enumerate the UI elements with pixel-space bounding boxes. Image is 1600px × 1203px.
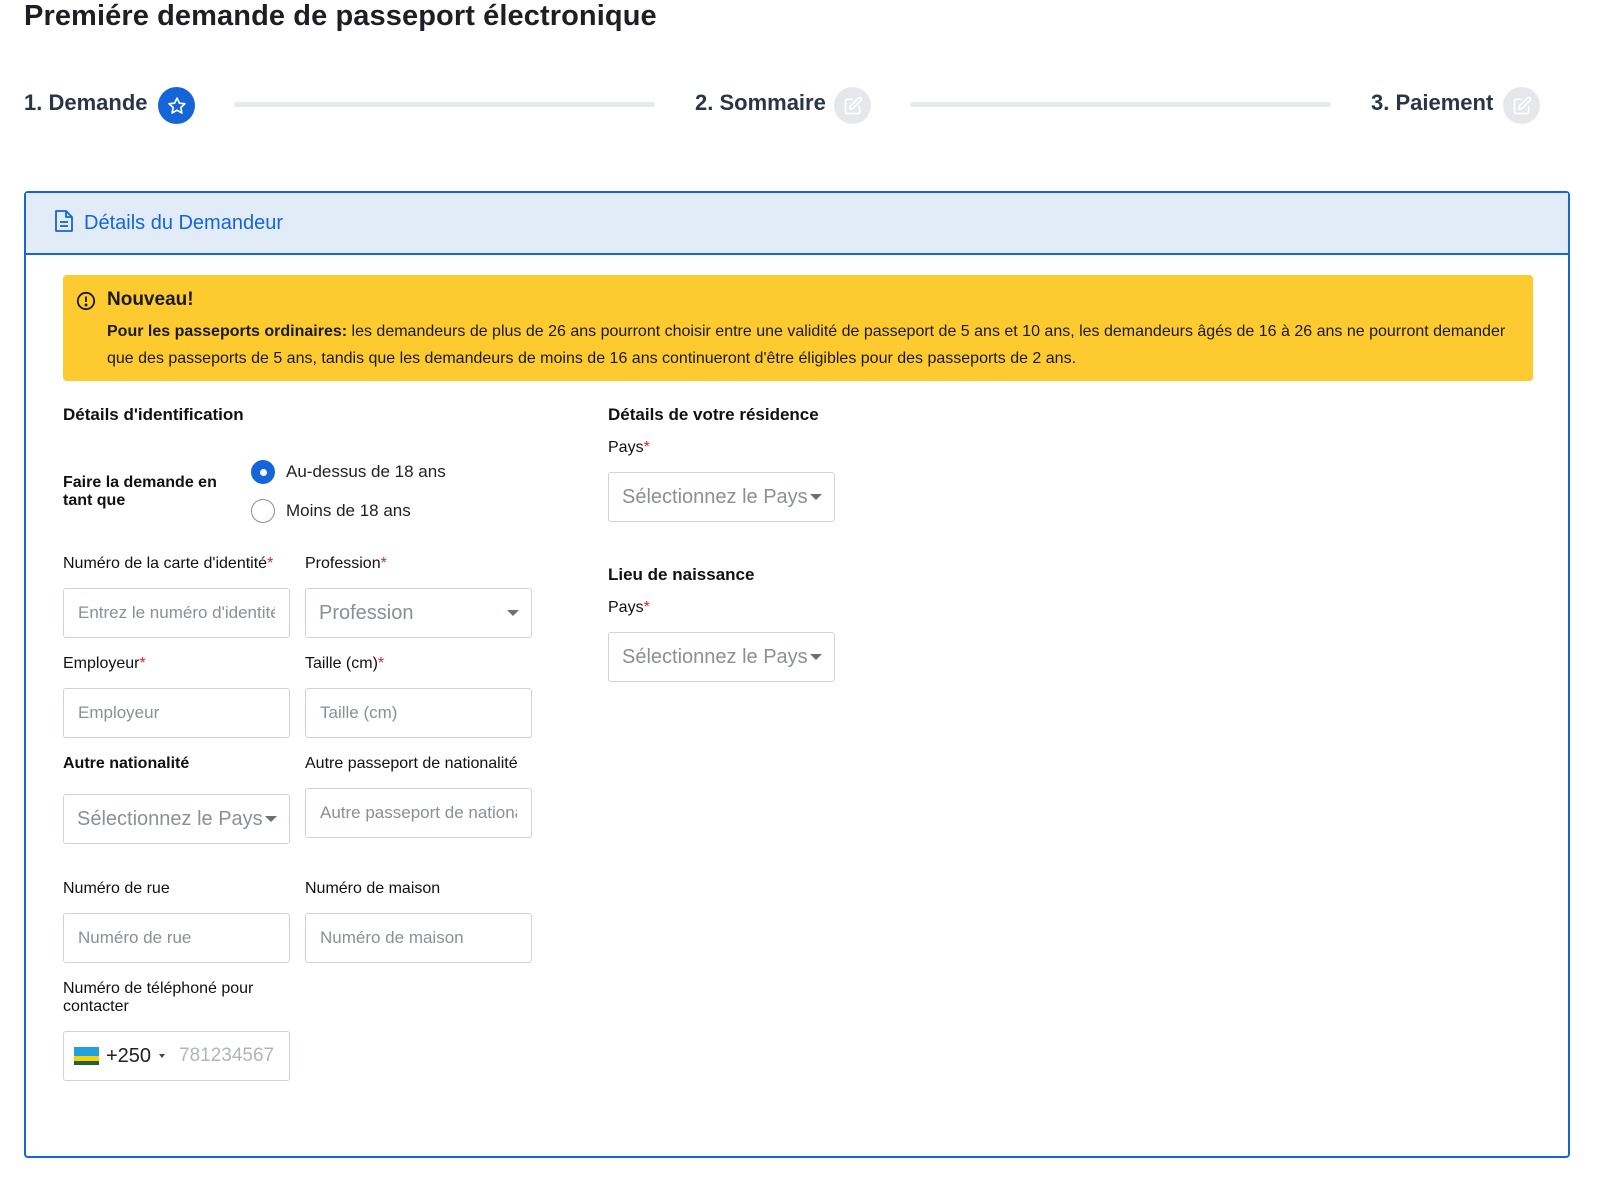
alert-body: Pour les passeports ordinaires: les dema… (107, 318, 1513, 372)
radio-checked-icon[interactable] (251, 460, 275, 484)
step-3-label[interactable]: 3. Paiement (1371, 90, 1493, 116)
rwanda-flag-icon[interactable] (74, 1047, 99, 1065)
street-number-label: Numéro de rue (63, 880, 170, 897)
id-number-label: Numéro de la carte d'identité* (63, 555, 274, 572)
radio-above-18-label: Au-dessus de 18 ans (286, 462, 446, 481)
edit-icon (1503, 87, 1540, 124)
radio-unchecked-icon[interactable] (251, 499, 275, 523)
info-alert: Nouveau! Pour les passeports ordinaires:… (63, 275, 1533, 381)
height-input[interactable] (305, 688, 532, 738)
birthplace-title: Lieu de naissance (608, 565, 755, 584)
other-nationality-select[interactable]: Sélectionnez le Pays (63, 794, 290, 844)
residence-country-label: Pays* (608, 439, 650, 456)
birthplace-country-label: Pays* (608, 599, 650, 616)
other-nationality-select-value: Sélectionnez le Pays (77, 807, 263, 830)
page-title: Premiére demande de passeport électroniq… (24, 0, 657, 32)
employer-label: Employeur* (63, 655, 146, 672)
street-number-input[interactable] (63, 913, 290, 963)
profession-label: Profession* (305, 555, 387, 572)
edit-icon (834, 87, 871, 124)
radio-below-18-label: Moins de 18 ans (286, 501, 411, 520)
chevron-down-icon (507, 610, 519, 616)
height-label: Taille (cm)* (305, 655, 385, 672)
id-number-input[interactable] (63, 588, 290, 638)
dial-code[interactable]: +250 (106, 1045, 151, 1068)
applicant-details-panel: Détails du Demandeur Nouveau! Pour les p… (24, 191, 1570, 1158)
apply-as-label: Faire la demande en tant que (63, 474, 217, 509)
birthplace-country-select-value: Sélectionnez le Pays (622, 645, 808, 668)
step-connector (234, 102, 655, 107)
phone-label: Numéro de téléphoné pour contacter (63, 980, 254, 1015)
chevron-down-icon[interactable] (159, 1054, 165, 1058)
alert-bold-lead: Pour les passeports ordinaires: (107, 323, 348, 340)
other-nationality-label: Autre nationalité (63, 755, 190, 772)
chevron-down-icon (810, 494, 822, 500)
alert-title: Nouveau! (107, 289, 194, 310)
other-passport-input[interactable] (305, 788, 532, 838)
employer-input[interactable] (63, 688, 290, 738)
residence-title: Détails de votre résidence (608, 405, 819, 424)
document-icon (54, 209, 74, 238)
radio-below-18[interactable]: Moins de 18 ans (251, 499, 411, 523)
step-1-label[interactable]: 1. Demande (24, 90, 148, 116)
identification-title: Détails d'identification (63, 405, 244, 424)
step-2-label[interactable]: 2. Sommaire (695, 90, 826, 116)
house-number-input[interactable] (305, 913, 532, 963)
phone-input[interactable] (179, 1045, 289, 1067)
panel-header: Détails du Demandeur (26, 193, 1568, 255)
step-connector (910, 102, 1331, 107)
birthplace-country-select[interactable]: Sélectionnez le Pays (608, 632, 835, 682)
profession-select[interactable]: Profession (305, 588, 532, 638)
residence-country-select-value: Sélectionnez le Pays (622, 485, 808, 508)
residence-country-select[interactable]: Sélectionnez le Pays (608, 472, 835, 522)
radio-above-18[interactable]: Au-dessus de 18 ans (251, 460, 446, 484)
other-passport-label: Autre passeport de nationalité (305, 755, 518, 772)
info-circle-icon (76, 291, 96, 316)
panel-title: Détails du Demandeur (84, 211, 283, 234)
profession-select-value: Profession (319, 601, 414, 624)
star-icon (158, 87, 195, 124)
chevron-down-icon (810, 654, 822, 660)
house-number-label: Numéro de maison (305, 880, 441, 897)
phone-field: +250 (63, 1031, 290, 1081)
chevron-down-icon (265, 816, 277, 822)
